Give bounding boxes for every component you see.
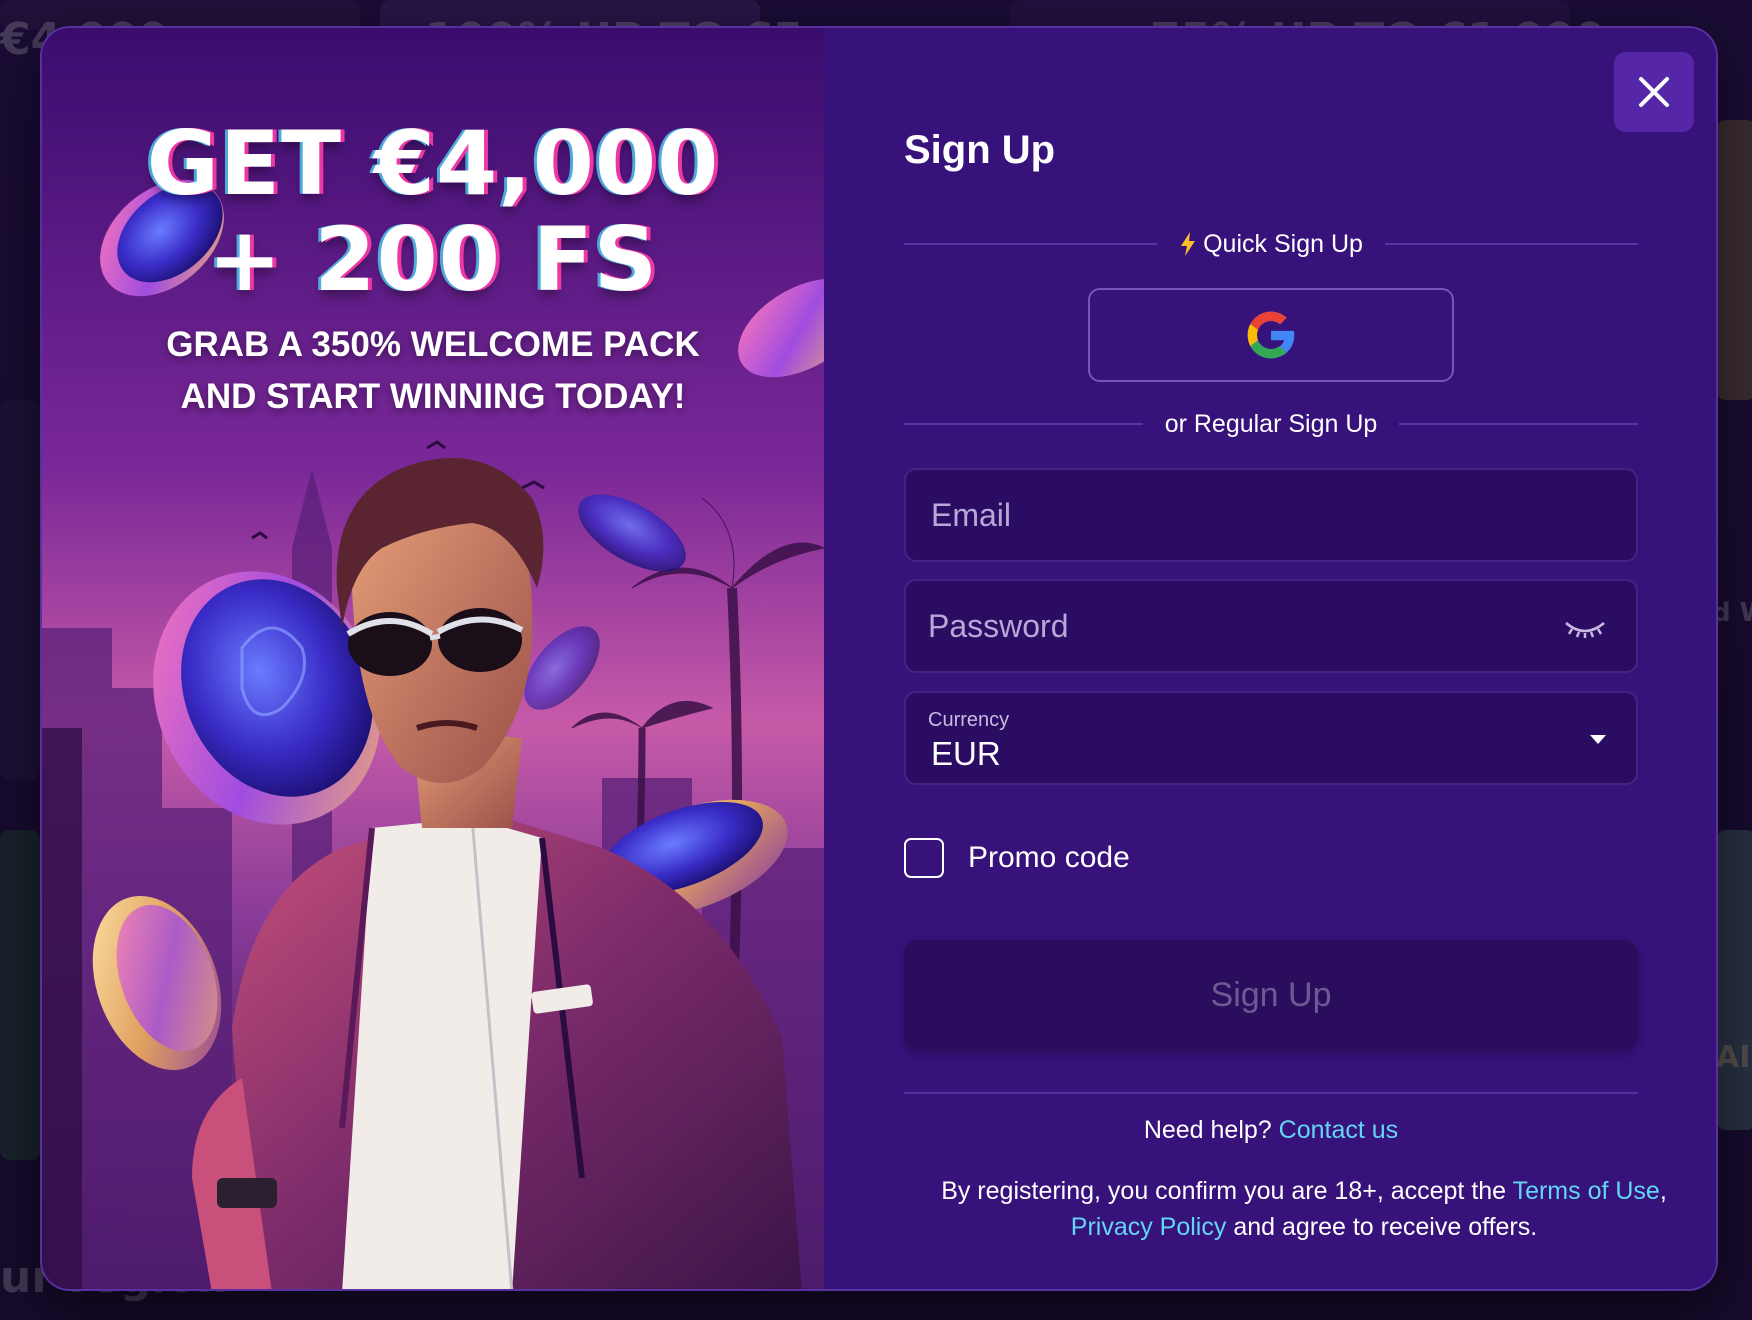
caret-down-icon — [1590, 735, 1606, 744]
password-field-container — [904, 579, 1638, 673]
legal-text: By registering, you confirm you are 18+,… — [941, 1177, 1667, 1241]
divider-line — [1384, 243, 1639, 245]
quick-signup-label: Quick Sign Up — [1203, 229, 1363, 258]
divider-line — [904, 1092, 1638, 1094]
promo-subtitle-line1: GRAB A 350% WELCOME PACK — [166, 325, 700, 364]
signup-modal: GET €4,000 + 200 FS GRAB A 350% WELCOME … — [40, 26, 1718, 1291]
divider-line — [1399, 423, 1638, 425]
quick-signup-divider: Quick Sign Up — [904, 224, 1639, 264]
google-signup-button[interactable] — [1088, 288, 1454, 382]
divider-line — [904, 423, 1143, 425]
lightning-icon — [1181, 232, 1196, 256]
promo-code-checkbox[interactable] — [904, 838, 944, 878]
help-line: Need help? Contact us — [904, 1116, 1638, 1145]
currency-select[interactable]: Currency EUR — [904, 691, 1638, 785]
google-logo-icon — [1247, 311, 1295, 359]
help-text: Need help? — [1143, 1116, 1272, 1144]
promo-headline-freespins: + 200 FS — [207, 208, 659, 311]
divider-line — [904, 243, 1158, 245]
contact-us-link[interactable]: Contact us — [1279, 1116, 1399, 1144]
close-button[interactable] — [1614, 52, 1694, 132]
form-title: Sign Up — [904, 128, 1056, 172]
promo-code-toggle[interactable]: Promo code — [904, 838, 1130, 878]
quick-signup-label-wrap: Quick Sign Up — [1179, 230, 1363, 259]
promo-headline-amount: GET €4,000 — [146, 112, 720, 215]
signup-submit-button[interactable]: Sign Up — [904, 940, 1638, 1050]
promo-code-label: Promo code — [968, 841, 1130, 874]
signup-form-panel: Sign Up Quick Sign Up or Regular Sign Up — [824, 28, 1716, 1289]
password-input[interactable] — [906, 581, 1636, 671]
promo-subtitle-line2: AND START WINNING TODAY! — [180, 377, 686, 416]
regular-signup-label: or Regular Sign Up — [1164, 409, 1378, 438]
close-icon — [1639, 77, 1669, 107]
privacy-policy-link[interactable]: Privacy Policy — [1071, 1213, 1227, 1241]
terms-of-use-link[interactable]: Terms of Use — [1513, 1177, 1660, 1205]
currency-label: Currency — [928, 709, 1010, 731]
promo-panel: GET €4,000 + 200 FS GRAB A 350% WELCOME … — [42, 28, 824, 1289]
regular-signup-divider: or Regular Sign Up — [904, 404, 1638, 444]
legal-suffix: and agree to receive offers. — [1233, 1213, 1538, 1241]
email-field-container — [904, 468, 1638, 562]
eye-closed-icon[interactable] — [1562, 613, 1608, 643]
currency-value: EUR — [931, 735, 1001, 772]
legal-prefix: By registering, you confirm you are 18+,… — [941, 1177, 1507, 1205]
email-input[interactable] — [906, 470, 1636, 560]
